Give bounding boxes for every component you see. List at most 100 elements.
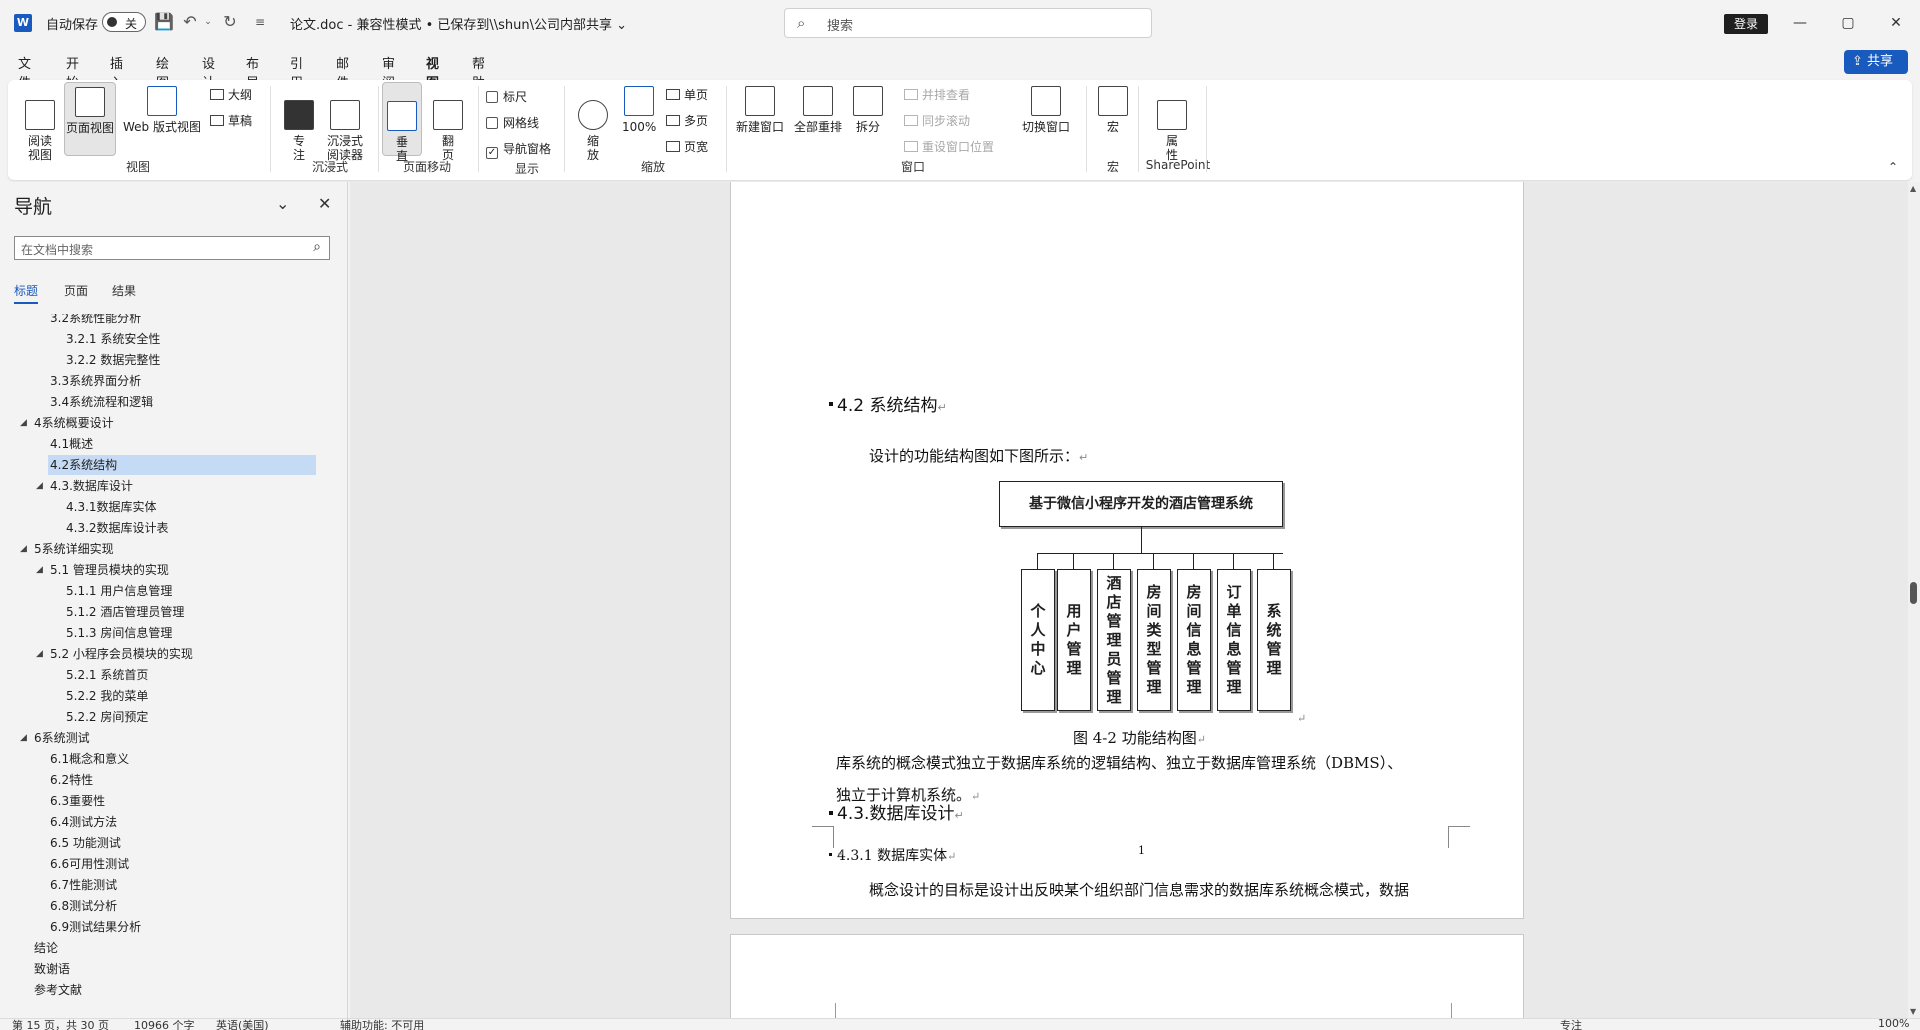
- redo-icon[interactable]: ↻: [220, 12, 240, 32]
- collapse-caret-icon[interactable]: ◢: [36, 476, 43, 496]
- arrange-all-button[interactable]: 全部重排: [792, 86, 844, 156]
- nav-options-icon[interactable]: ⌄: [276, 194, 289, 213]
- nav-heading-item[interactable]: 3.2.1 系统安全性: [64, 329, 160, 349]
- heading-4-3-1[interactable]: 4.3.1 数据库实体↵: [837, 845, 956, 865]
- switch-windows-button[interactable]: 切换窗口: [1018, 86, 1074, 156]
- read-mode-button[interactable]: 阅读 视图: [22, 86, 58, 162]
- language-status[interactable]: 英语(美国): [216, 1019, 269, 1030]
- zoom-100-button[interactable]: 100%: [622, 86, 656, 156]
- nav-heading-item[interactable]: 4.2系统结构: [48, 455, 316, 475]
- nav-heading-item[interactable]: 3.3系统界面分析: [48, 371, 141, 391]
- document-page[interactable]: 4.2 系统结构↵ 设计的功能结构图如下图所示：↵ 基于微信小程序开发的酒店管理…: [730, 182, 1524, 919]
- focus-mode-button[interactable]: 专注: [1560, 1019, 1582, 1030]
- nav-heading-item[interactable]: 5.2.2 我的菜单: [64, 686, 148, 706]
- accessibility-status[interactable]: 辅助功能: 不可用: [340, 1019, 424, 1030]
- nav-heading-item[interactable]: 6.5 功能测试: [48, 833, 121, 853]
- autosave-toggle[interactable]: 关: [102, 12, 146, 32]
- page-width-button[interactable]: 页宽: [666, 138, 708, 155]
- immersive-reader-button[interactable]: 沉浸式 阅读器: [322, 86, 368, 162]
- scroll-down-icon[interactable]: ▼: [1910, 1007, 1916, 1016]
- intro-paragraph[interactable]: 设计的功能结构图如下图所示：↵: [869, 445, 1088, 466]
- navigation-pane-checkbox[interactable]: ✓ 导航窗格: [486, 140, 551, 159]
- properties-button[interactable]: 属 性: [1154, 86, 1190, 162]
- minimize-button[interactable]: —: [1780, 10, 1820, 36]
- vertical-page-move-button[interactable]: 垂 直: [382, 82, 422, 163]
- nav-heading-item[interactable]: 5.2 小程序会员模块的实现: [48, 644, 193, 664]
- undo-icon[interactable]: ↶: [180, 12, 200, 32]
- nav-heading-item[interactable]: 5.2.2 房间预定: [64, 707, 148, 727]
- reset-window-position-button[interactable]: 重设窗口位置: [904, 138, 994, 155]
- undo-dropdown-icon[interactable]: ⌄: [198, 12, 218, 32]
- nav-heading-item[interactable]: 4系统概要设计: [32, 413, 114, 433]
- nav-heading-item[interactable]: 5.2.1 系统首页: [64, 665, 148, 685]
- page-count-status[interactable]: 第 15 页，共 30 页: [12, 1019, 109, 1030]
- scroll-up-icon[interactable]: ▲: [1910, 184, 1916, 193]
- nav-heading-item[interactable]: 6.3重要性: [48, 791, 105, 811]
- ruler-checkbox[interactable]: 标尺: [486, 88, 527, 105]
- nav-heading-item[interactable]: 5.1.3 房间信息管理: [64, 623, 172, 643]
- print-layout-button[interactable]: 页面视图: [64, 82, 116, 156]
- gridlines-checkbox[interactable]: 网格线: [486, 114, 539, 131]
- restore-button[interactable]: ▢: [1828, 10, 1868, 36]
- document-area[interactable]: 4.2 系统结构↵ 设计的功能结构图如下图所示：↵ 基于微信小程序开发的酒店管理…: [350, 182, 1908, 1018]
- vertical-scrollbar[interactable]: ▲ ▼: [1908, 182, 1920, 1018]
- split-button[interactable]: 拆分: [850, 86, 886, 156]
- one-page-button[interactable]: 单页: [666, 86, 708, 103]
- nav-heading-item[interactable]: 4.3.1数据库实体: [64, 497, 157, 517]
- nav-heading-item[interactable]: 参考文献: [32, 980, 82, 1000]
- nav-heading-item[interactable]: 6系统测试: [32, 728, 90, 748]
- view-side-by-side-button[interactable]: 并排查看: [904, 86, 970, 103]
- word-count-status[interactable]: 10966 个字: [134, 1019, 195, 1030]
- collapse-caret-icon[interactable]: ◢: [20, 728, 27, 748]
- macros-button[interactable]: 宏: [1092, 86, 1134, 156]
- nav-close-icon[interactable]: ✕: [318, 194, 331, 213]
- figure-caption[interactable]: 图 4-2 功能结构图↵: [1073, 727, 1206, 748]
- focus-button[interactable]: 专 注: [284, 86, 314, 162]
- search-input[interactable]: ⌕ 搜索: [784, 8, 1152, 38]
- nav-heading-item[interactable]: 6.9测试结果分析: [48, 917, 141, 937]
- nav-heading-item[interactable]: 6.1概念和意义: [48, 749, 129, 769]
- login-button[interactable]: 登录: [1724, 14, 1768, 34]
- collapse-caret-icon[interactable]: ◢: [36, 560, 43, 580]
- nav-heading-item[interactable]: 3.2系统性能分析: [48, 314, 141, 328]
- nav-heading-item[interactable]: 6.2特性: [48, 770, 93, 790]
- document-page[interactable]: [730, 934, 1524, 1018]
- nav-heading-item[interactable]: 5.1 管理员模块的实现: [48, 560, 169, 580]
- nav-heading-item[interactable]: 5.1.2 酒店管理员管理: [64, 602, 184, 622]
- document-title[interactable]: 论文.doc - 兼容性模式 • 已保存到\\shun\公司内部共享 ⌄: [290, 14, 627, 33]
- web-layout-button[interactable]: Web 版式视图: [120, 86, 204, 156]
- multiple-pages-button[interactable]: 多页: [666, 112, 708, 129]
- nav-heading-item[interactable]: 6.4测试方法: [48, 812, 117, 832]
- side-to-side-button[interactable]: 翻 页: [430, 86, 466, 162]
- collapse-caret-icon[interactable]: ◢: [20, 413, 27, 433]
- scrollbar-thumb[interactable]: [1910, 582, 1917, 604]
- customize-qat-icon[interactable]: ≡: [250, 12, 270, 32]
- tab-pages[interactable]: 页面: [64, 282, 88, 302]
- sync-scrolling-button[interactable]: 同步滚动: [904, 112, 970, 129]
- nav-heading-item[interactable]: 3.4系统流程和逻辑: [48, 392, 153, 412]
- draft-button[interactable]: 草稿: [210, 112, 252, 129]
- heading-4-2[interactable]: 4.2 系统结构↵: [837, 391, 947, 416]
- paragraph-line[interactable]: 独立于计算机系统。↵: [836, 784, 980, 805]
- share-button[interactable]: ⇪ 共享: [1844, 50, 1908, 74]
- paragraph-line[interactable]: 库系统的概念模式独立于数据库系统的逻辑结构、独立于数据库管理系统（DBMS）、: [836, 752, 1402, 773]
- nav-heading-item[interactable]: 4.3.数据库设计: [48, 476, 133, 496]
- paragraph-line[interactable]: 概念设计的目标是设计出反映某个组织部门信息需求的数据库系统概念模式，数据: [869, 879, 1409, 900]
- zoom-button[interactable]: 缩 放: [576, 86, 610, 162]
- close-button[interactable]: ✕: [1876, 10, 1916, 36]
- nav-heading-item[interactable]: 6.6可用性测试: [48, 854, 129, 874]
- nav-heading-item[interactable]: 6.8测试分析: [48, 896, 117, 916]
- nav-heading-item[interactable]: 5.1.1 用户信息管理: [64, 581, 172, 601]
- nav-heading-item[interactable]: 结论: [32, 938, 58, 958]
- nav-heading-item[interactable]: 3.2.2 数据完整性: [64, 350, 160, 370]
- collapse-caret-icon[interactable]: ◢: [36, 644, 43, 664]
- zoom-level[interactable]: 100%: [1878, 1019, 1909, 1030]
- tab-results[interactable]: 结果: [112, 282, 136, 302]
- new-window-button[interactable]: 新建窗口: [734, 86, 786, 156]
- save-icon[interactable]: 💾: [154, 12, 174, 32]
- outline-button[interactable]: 大纲: [210, 86, 252, 103]
- nav-heading-item[interactable]: 致谢语: [32, 959, 70, 979]
- nav-heading-item[interactable]: 6.7性能测试: [48, 875, 117, 895]
- search-icon[interactable]: ⌕: [313, 239, 321, 255]
- collapse-caret-icon[interactable]: ◢: [20, 539, 27, 559]
